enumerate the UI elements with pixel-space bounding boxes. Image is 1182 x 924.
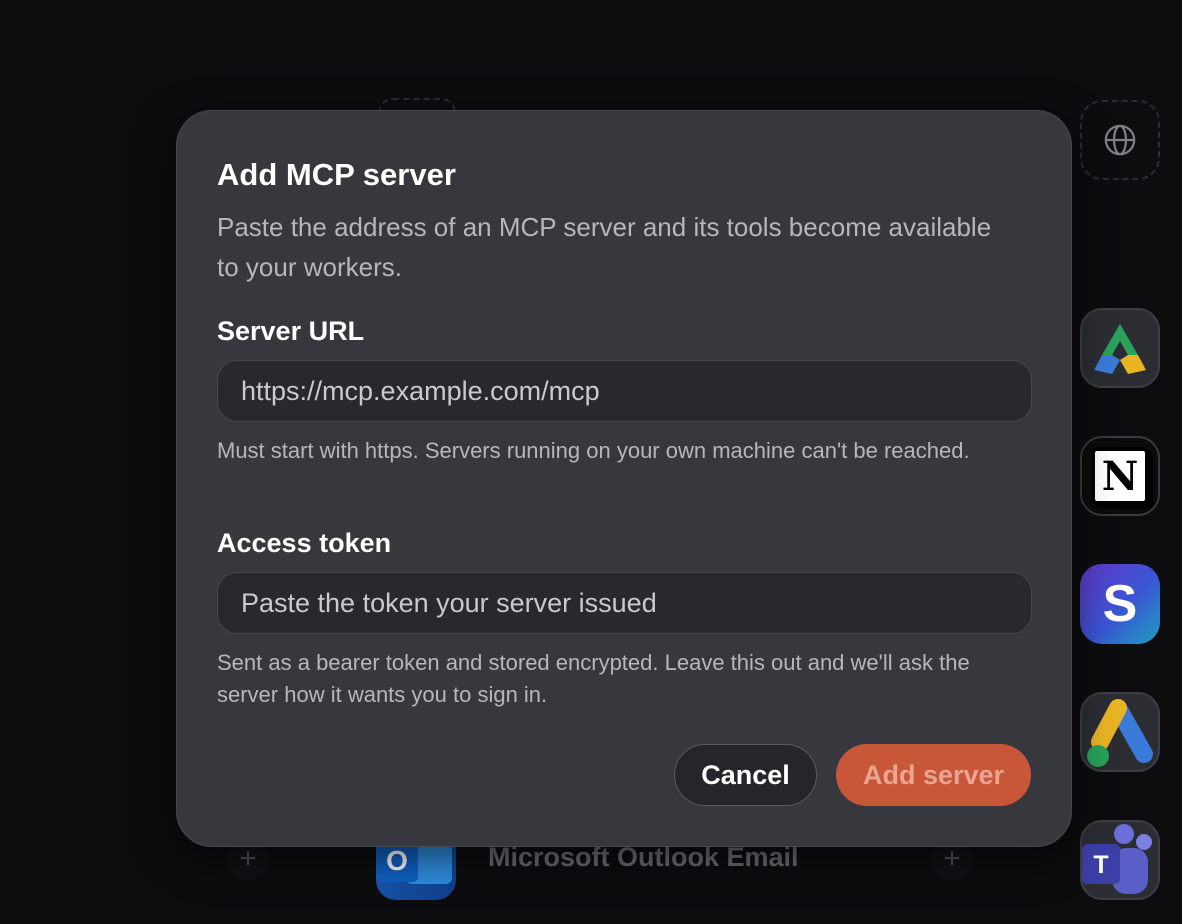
server-url-label: Server URL xyxy=(217,316,365,346)
access-token-input[interactable] xyxy=(217,572,1032,634)
cancel-button[interactable]: Cancel xyxy=(674,744,817,806)
google-ads-icon[interactable] xyxy=(1080,692,1160,772)
server-url-input[interactable] xyxy=(217,360,1032,422)
outlook-letter: O xyxy=(386,845,408,876)
dialog-description: Paste the address of an MCP server and i… xyxy=(217,212,992,282)
access-token-label: Access token xyxy=(217,528,392,558)
google-drive-icon[interactable] xyxy=(1080,308,1160,388)
add-mcp-server-dialog: Add MCP server Paste the address of an M… xyxy=(176,110,1072,847)
access-token-hint: Sent as a bearer token and stored encryp… xyxy=(217,650,970,707)
stacks-icon[interactable]: S xyxy=(1080,564,1160,644)
dialog-title: Add MCP server xyxy=(217,157,456,192)
server-url-hint: Must start with https. Servers running o… xyxy=(217,438,970,463)
page: N S T + O Microsoft Outlook Email + Add … xyxy=(0,0,1182,924)
microsoft-teams-icon[interactable]: T xyxy=(1080,820,1160,900)
notion-icon[interactable]: N xyxy=(1080,436,1160,516)
add-server-button[interactable]: Add server xyxy=(836,744,1031,806)
notion-logo: N xyxy=(1091,447,1149,505)
stacks-letter: S xyxy=(1102,575,1138,633)
globe-icon xyxy=(1104,124,1136,156)
teams-letter: T xyxy=(1093,851,1108,879)
web-connector-tile[interactable] xyxy=(1080,100,1160,180)
